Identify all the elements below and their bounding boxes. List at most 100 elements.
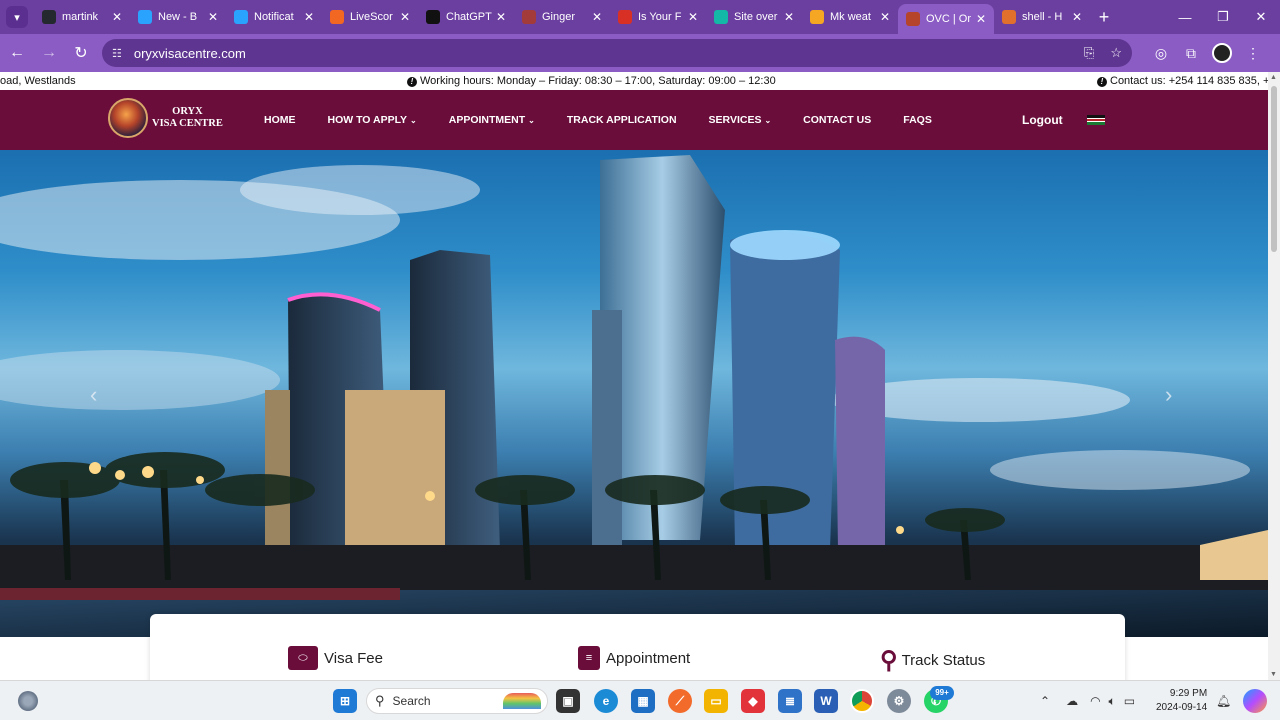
- file-explorer-icon[interactable]: ▭: [704, 689, 728, 713]
- menu-item-how-to-apply[interactable]: HOW TO APPLY ⌄: [328, 114, 417, 126]
- start-button[interactable]: ⊞: [333, 689, 357, 713]
- clock-time: 9:29 PM: [1169, 688, 1208, 699]
- menu-item-label: FAQS: [903, 114, 932, 126]
- appointment-link[interactable]: ≡ Appointment: [578, 646, 690, 670]
- scroll-down-arrow[interactable]: ▼: [1270, 671, 1277, 678]
- visa-fee-link[interactable]: ⬭ Visa Fee: [288, 646, 383, 670]
- tab-close-icon[interactable]: ✕: [304, 10, 314, 24]
- scroll-up-arrow[interactable]: ▲: [1270, 74, 1277, 81]
- edge-icon[interactable]: e: [594, 689, 618, 713]
- extension-target-icon[interactable]: ◎: [1146, 45, 1176, 62]
- chatgpt-icon: [426, 10, 440, 24]
- taskbar-search[interactable]: ⚲ Search: [366, 688, 548, 714]
- tab-close-icon[interactable]: ✕: [1072, 10, 1082, 24]
- working-hours-text: Working hours: Monday – Friday: 08:30 – …: [420, 75, 776, 87]
- menu-item-faqs[interactable]: FAQS: [903, 114, 932, 126]
- more-menu-icon[interactable]: ⋮: [1238, 45, 1268, 62]
- kenya-flag-icon[interactable]: [1087, 115, 1105, 126]
- contact-text: Contact us: +254 114 835 835, +2: [1110, 75, 1276, 87]
- browser-tab[interactable]: OVC | Or ✕: [898, 4, 994, 34]
- browser-tab[interactable]: New - B ✕: [130, 0, 226, 34]
- search-highlight-icon: [503, 693, 541, 709]
- browser-tab-strip: ▾ martink ✕ New - B ✕ Notificat ✕ LiveScor ✕ Cha…: [0, 0, 1280, 34]
- menu-item-services[interactable]: SERVICES ⌄: [709, 114, 772, 126]
- browser-tab[interactable]: LiveScor ✕: [322, 0, 418, 34]
- menu-item-contact-us[interactable]: CONTACT US: [803, 114, 871, 126]
- page-scrollbar[interactable]: ▲ ▼: [1268, 72, 1280, 680]
- logo-emblem: [108, 98, 148, 138]
- tab-close-icon[interactable]: ✕: [688, 10, 698, 24]
- tab-close-icon[interactable]: ✕: [400, 10, 410, 24]
- back-icon[interactable]: ←: [2, 38, 32, 68]
- menu-item-track-application[interactable]: TRACK APPLICATION: [567, 114, 677, 126]
- new-tab-button[interactable]: +: [1090, 7, 1118, 28]
- browser-tab[interactable]: Is Your F ✕: [610, 0, 706, 34]
- browser-tab[interactable]: ChatGPT ✕: [418, 0, 514, 34]
- clock-date: 2024-09-14: [1156, 702, 1208, 713]
- scroll-thumb[interactable]: [1271, 86, 1277, 252]
- browser-tab[interactable]: Mk weat ✕: [802, 0, 898, 34]
- tab-close-icon[interactable]: ✕: [784, 10, 794, 24]
- logout-link[interactable]: Logout: [1022, 113, 1063, 127]
- search-icon: ⚲: [375, 693, 385, 708]
- reload-icon[interactable]: ↻: [66, 38, 96, 68]
- tab-title: ChatGPT: [446, 11, 492, 23]
- settings-gear-icon[interactable]: ⚙: [887, 689, 911, 713]
- copilot-icon[interactable]: [1243, 689, 1267, 713]
- url-text[interactable]: oryxvisacentre.com: [134, 46, 1068, 61]
- chrome-icon[interactable]: [850, 689, 874, 713]
- carousel-prev-arrow[interactable]: ‹: [90, 382, 97, 408]
- menu-item-home[interactable]: HOME: [264, 114, 296, 126]
- bookmark-star-icon[interactable]: ☆: [1110, 45, 1122, 61]
- address-bar[interactable]: ☷ oryxvisacentre.com ⎘ ☆: [102, 39, 1132, 67]
- tray-overflow-icon[interactable]: ⌃: [1040, 694, 1050, 708]
- tab-close-icon[interactable]: ✕: [112, 10, 122, 24]
- chevron-down-icon: ⌄: [528, 116, 535, 125]
- track-status-label: Track Status: [901, 652, 986, 669]
- oryx-icon: [906, 12, 920, 26]
- menu-item-label: CONTACT US: [803, 114, 872, 126]
- tab-close-icon[interactable]: ✕: [880, 10, 890, 24]
- minimize-icon[interactable]: —: [1166, 0, 1204, 34]
- anydesk-icon[interactable]: ◆: [741, 689, 765, 713]
- carousel-next-arrow[interactable]: ›: [1165, 382, 1172, 408]
- tab-close-icon[interactable]: ✕: [592, 10, 602, 24]
- profile-avatar[interactable]: [1212, 43, 1232, 63]
- weather-widget-icon[interactable]: [18, 691, 38, 711]
- tab-close-icon[interactable]: ✕: [496, 10, 506, 24]
- word-icon[interactable]: W: [814, 689, 838, 713]
- address-text: oad, Westlands: [0, 75, 76, 87]
- task-view-icon[interactable]: ▣: [556, 689, 580, 713]
- tab-title: Mk weat: [830, 11, 871, 23]
- forward-icon[interactable]: →: [34, 38, 64, 68]
- menu-item-appointment[interactable]: APPOINTMENT ⌄: [449, 114, 535, 126]
- tab-search-button[interactable]: ▾: [6, 6, 28, 28]
- close-window-icon[interactable]: ✕: [1242, 0, 1280, 34]
- tab-close-icon[interactable]: ✕: [208, 10, 218, 24]
- postman-icon[interactable]: ⟋: [668, 689, 692, 713]
- store-icon[interactable]: ▦: [631, 689, 655, 713]
- volume-icon[interactable]: 🔈︎: [1109, 694, 1116, 709]
- extensions-puzzle-icon[interactable]: ⧉: [1176, 45, 1206, 62]
- restore-icon[interactable]: ❐: [1204, 0, 1242, 34]
- browser-tab[interactable]: shell - H ✕: [994, 0, 1090, 34]
- notification-bell-icon[interactable]: 🔔︎: [1216, 681, 1231, 720]
- notepad-icon[interactable]: ≣: [778, 689, 802, 713]
- install-app-icon[interactable]: ⎘: [1084, 45, 1094, 61]
- site-logo[interactable]: ORYX VISA CENTRE: [108, 98, 223, 138]
- browser-tab[interactable]: Notificat ✕: [226, 0, 322, 34]
- wifi-icon[interactable]: ◠: [1090, 694, 1100, 708]
- diamond-icon: [714, 10, 728, 24]
- book-icon: ≡: [578, 646, 600, 670]
- tab-title: Ginger: [542, 11, 576, 23]
- battery-icon[interactable]: ▭: [1124, 694, 1135, 708]
- github-icon: [42, 10, 56, 24]
- site-info-icon[interactable]: ☷: [112, 47, 122, 60]
- browser-tab[interactable]: Site over ✕: [706, 0, 802, 34]
- onedrive-icon[interactable]: ☁: [1066, 694, 1078, 708]
- tab-close-icon[interactable]: ✕: [976, 12, 986, 26]
- taskbar-clock[interactable]: 9:29 PM 2024-09-14: [1156, 687, 1207, 715]
- browser-tab[interactable]: martink ✕: [34, 0, 130, 34]
- track-status-link[interactable]: ⚲ Track Status: [880, 646, 985, 675]
- browser-tab[interactable]: Ginger ✕: [514, 0, 610, 34]
